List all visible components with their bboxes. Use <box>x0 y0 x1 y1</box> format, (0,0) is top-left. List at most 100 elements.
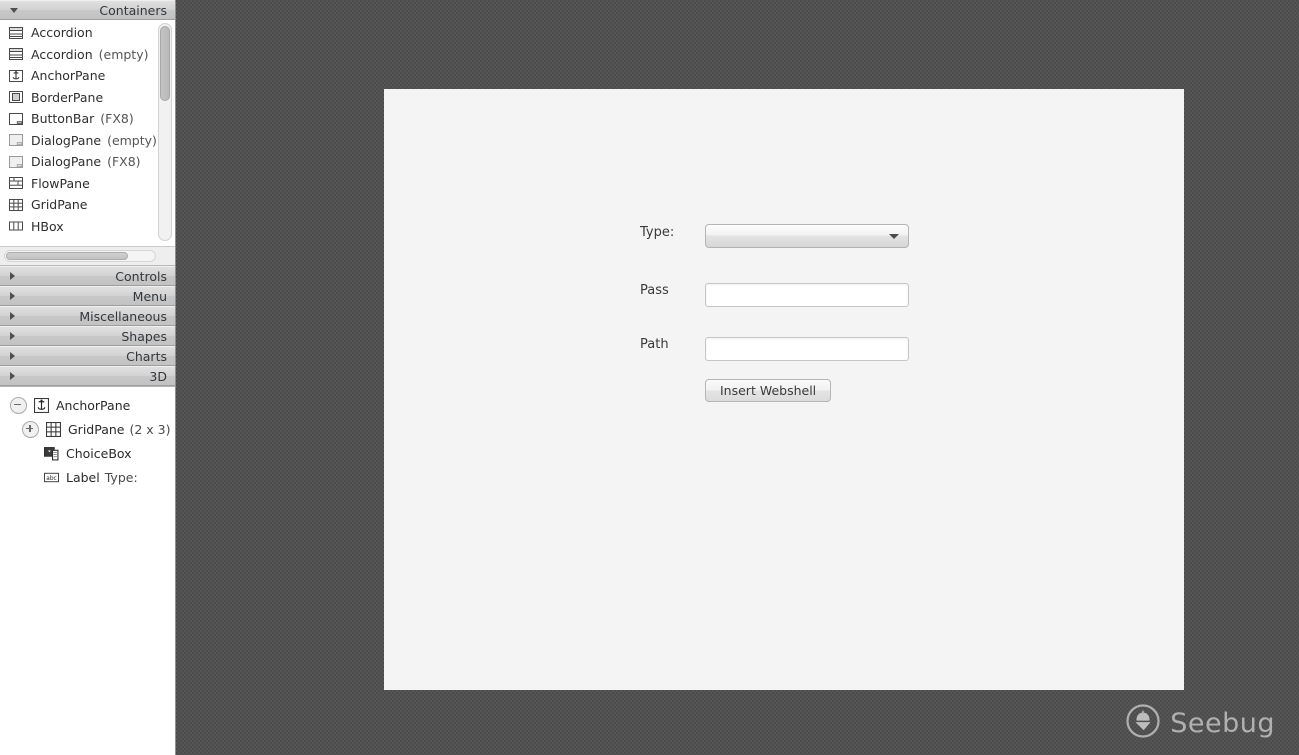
library-item-buttonbar[interactable]: ButtonBar (FX8) <box>0 108 155 130</box>
pass-label: Pass <box>640 283 669 298</box>
library-item-label: DialogPane <box>31 154 102 170</box>
choicebox-icon <box>44 446 59 461</box>
library-item-label: BorderPane <box>31 89 104 105</box>
chevron-right-icon <box>10 272 15 280</box>
library-item-suffix: (empty) <box>98 46 149 62</box>
library-item-label: DialogPane <box>31 132 102 148</box>
chevron-right-icon <box>10 352 15 360</box>
library-section-charts[interactable]: Charts <box>0 346 175 366</box>
library-section-title: Controls <box>115 268 167 284</box>
form-row-path: Path <box>640 337 669 352</box>
library-section-miscellaneous[interactable]: Miscellaneous <box>0 306 175 326</box>
hbox-icon <box>9 219 23 233</box>
design-canvas[interactable]: Type: Pass Path Insert Webshell <box>384 89 1184 690</box>
anchorpane-icon <box>9 69 23 83</box>
library-item-label: AnchorPane <box>31 68 106 84</box>
seebug-bug-logo-icon <box>1125 703 1161 743</box>
library-section-shapes[interactable]: Shapes <box>0 326 175 346</box>
library-section-title: Charts <box>126 348 167 364</box>
library-item-accordion[interactable]: Accordion <box>0 22 155 44</box>
library-item-hbox[interactable]: HBox <box>0 216 155 238</box>
tree-node-label: AnchorPane <box>56 397 131 413</box>
library-item-dialogpane-empty[interactable]: DialogPane (empty) <box>0 130 157 152</box>
library-item-dialogpane-fx8[interactable]: DialogPane (FX8) <box>0 151 155 173</box>
library-section-title: Menu <box>132 288 167 304</box>
dialogpane-icon <box>9 155 23 169</box>
left-panel: Containers Accordion Accordion (empty) A… <box>0 0 176 755</box>
accordion-icon <box>9 26 23 40</box>
tree-row-label[interactable]: abc Label Type: <box>0 465 175 489</box>
tree-row-choicebox[interactable]: ChoiceBox <box>0 441 175 465</box>
library-list: Accordion Accordion (empty) AnchorPane B… <box>0 22 157 238</box>
library-vertical-scroll-thumb[interactable] <box>160 26 170 101</box>
library-item-accordion-empty[interactable]: Accordion (empty) <box>0 44 155 66</box>
library-section-containers-title: Containers <box>99 2 167 18</box>
library-section-title: Shapes <box>121 328 167 344</box>
library-item-flowpane[interactable]: FlowPane <box>0 173 155 195</box>
library-vertical-scrollbar[interactable] <box>158 23 172 241</box>
type-choicebox[interactable] <box>705 224 909 248</box>
chevron-right-icon <box>10 292 15 300</box>
chevron-down-icon <box>889 234 899 239</box>
tree-node-sub: Type: <box>104 469 138 485</box>
accordion-icon <box>9 47 23 61</box>
watermark: Seebug <box>1125 703 1275 743</box>
library-section-title: Miscellaneous <box>79 308 167 324</box>
tree-node-label: GridPane <box>68 421 125 437</box>
hierarchy-panel[interactable]: AnchorPane GridPane (2 x 3) ChoiceBox ab… <box>0 386 175 755</box>
library-section-3d[interactable]: 3D <box>0 366 175 386</box>
chevron-down-icon <box>10 7 18 13</box>
tree-node-label: Label <box>66 469 100 485</box>
library-section-menu[interactable]: Menu <box>0 286 175 306</box>
tree-node-label: ChoiceBox <box>66 445 132 461</box>
library-item-gridpane[interactable]: GridPane <box>0 194 155 216</box>
anchorpane-icon <box>34 398 49 413</box>
type-label: Type: <box>640 225 675 240</box>
library-item-borderpane[interactable]: BorderPane <box>0 87 155 109</box>
form-row-pass: Pass <box>640 283 669 298</box>
submit-button-wrapper: Insert Webshell <box>705 379 832 402</box>
tree-row-anchorpane[interactable]: AnchorPane <box>0 393 175 417</box>
library-item-label: Accordion <box>31 46 93 62</box>
path-label: Path <box>640 337 669 352</box>
form-row-type: Type: <box>640 225 674 240</box>
type-choicebox-wrapper <box>705 224 909 248</box>
library-item-suffix: (FX8) <box>100 111 134 127</box>
label-abc-icon: abc <box>44 470 59 484</box>
buttonbar-icon <box>9 112 23 126</box>
library-horizontal-scroll-thumb[interactable] <box>6 252 128 260</box>
library-item-suffix: (empty) <box>107 132 157 148</box>
watermark-text: Seebug <box>1170 707 1275 739</box>
tree-node-sub: (2 x 3) <box>129 421 171 437</box>
tree-row-gridpane[interactable]: GridPane (2 x 3) <box>0 417 175 441</box>
chevron-right-icon <box>10 312 15 320</box>
flowpane-icon <box>9 176 23 190</box>
chevron-right-icon <box>10 332 15 340</box>
insert-webshell-button[interactable]: Insert Webshell <box>705 379 832 402</box>
library-item-suffix: (FX8) <box>107 154 141 170</box>
app-window: Type: Pass Path Insert Webshell Seebug C… <box>0 0 1299 755</box>
library-horizontal-scrollbar-row <box>0 247 175 266</box>
library-item-label: FlowPane <box>31 175 90 191</box>
library-item-label: ButtonBar <box>31 111 95 127</box>
gridpane-icon <box>46 422 61 437</box>
library-section-controls[interactable]: Controls <box>0 266 175 286</box>
pass-field-wrapper <box>705 283 909 307</box>
path-input[interactable] <box>705 337 909 361</box>
expand-plus-icon[interactable] <box>22 420 39 438</box>
borderpane-icon <box>9 90 23 104</box>
library-section-containers-header[interactable]: Containers <box>0 0 175 20</box>
path-field-wrapper <box>705 337 909 361</box>
library-horizontal-scrollbar[interactable] <box>4 250 156 262</box>
library-item-label: Accordion <box>31 25 93 41</box>
collapse-minus-icon[interactable] <box>10 396 27 414</box>
library-item-label: GridPane <box>31 197 88 213</box>
library-section-title: 3D <box>149 368 167 384</box>
library-list-container[interactable]: Accordion Accordion (empty) AnchorPane B… <box>0 20 175 247</box>
gridpane-icon <box>9 198 23 212</box>
library-item-anchorpane[interactable]: AnchorPane <box>0 65 155 87</box>
svg-text:abc: abc <box>46 476 56 482</box>
workspace-canvas-area[interactable]: Type: Pass Path Insert Webshell Seebug <box>176 0 1299 755</box>
dialogpane-icon <box>9 133 23 147</box>
pass-input[interactable] <box>705 283 909 307</box>
